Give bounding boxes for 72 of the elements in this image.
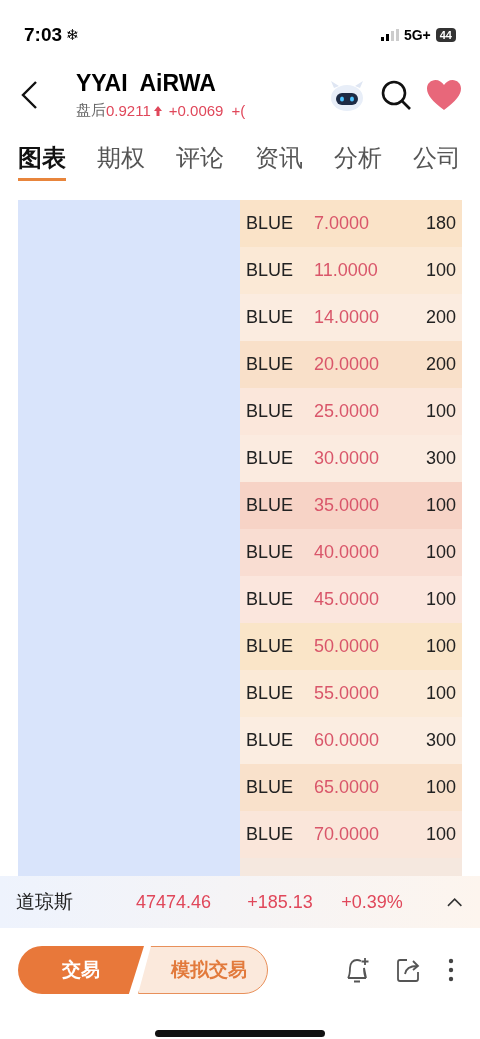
index-change-percent: +0.39% — [341, 891, 404, 913]
order-price: 20.0000 — [314, 354, 381, 375]
broker-name: BLUE — [246, 589, 295, 610]
broker-name: BLUE — [246, 448, 295, 469]
chevron-up-icon[interactable] — [446, 897, 462, 907]
order-quantity: 100 — [425, 683, 456, 704]
quote-change-percent: +( — [231, 102, 246, 119]
order-price: 50.0000 — [314, 636, 381, 657]
signal-icon — [380, 29, 399, 41]
broker-name: BLUE — [246, 260, 295, 281]
share-icon[interactable] — [396, 957, 422, 983]
broker-name: BLUE — [246, 542, 295, 563]
network-label: 5G+ — [403, 27, 431, 43]
broker-name: BLUE — [246, 213, 295, 234]
order-price: 45.0000 — [314, 589, 381, 610]
order-price: 30.0000 — [314, 448, 381, 469]
order-quantity: 100 — [425, 495, 456, 516]
bell-plus-icon[interactable] — [344, 956, 370, 984]
order-quantity: 100 — [425, 260, 456, 281]
index-name: 道琼斯 — [16, 890, 74, 914]
order-price: 60.0000 — [314, 730, 381, 751]
broker-name: BLUE — [246, 730, 295, 751]
tab[interactable]: 期权 — [97, 142, 145, 182]
order-price: 65.0000 — [314, 777, 381, 798]
session-label: 盘后 — [76, 101, 106, 120]
stock-title: YYAI AiRWA — [76, 70, 217, 97]
index-change: +185.13 — [247, 891, 314, 913]
quote-price: 0.9211 — [106, 102, 151, 119]
order-quantity: 200 — [425, 307, 456, 328]
order-price: 35.0000 — [314, 495, 381, 516]
search-icon[interactable] — [380, 79, 412, 111]
broker-name: BLUE — [246, 777, 295, 798]
order-quantity: 100 — [425, 777, 456, 798]
broker-name: BLUE — [246, 683, 295, 704]
order-quantity: 100 — [425, 824, 456, 845]
order-quantity: 180 — [425, 213, 456, 234]
quote-change: +0.0069 — [168, 102, 224, 119]
order-price: 7.0000 — [314, 213, 371, 234]
tab[interactable]: 公司 — [413, 142, 461, 182]
tab[interactable]: 分析 — [334, 142, 382, 182]
index-ticker-bar[interactable]: 道琼斯 47474.46 +185.13 +0.39% — [0, 876, 480, 928]
heart-icon[interactable] — [426, 79, 462, 111]
order-price: 55.0000 — [314, 683, 381, 704]
snowflake-icon: ❄ — [66, 26, 79, 44]
broker-name: BLUE — [246, 495, 295, 516]
order-price: 11.0000 — [314, 260, 379, 281]
broker-name: BLUE — [246, 401, 295, 422]
more-icon[interactable] — [448, 958, 454, 982]
order-price: 14.0000 — [314, 307, 381, 328]
broker-name: BLUE — [246, 354, 295, 375]
order-quantity: 100 — [425, 542, 456, 563]
tab[interactable]: 评论 — [176, 142, 224, 182]
order-price: 70.0000 — [314, 824, 381, 845]
back-icon[interactable] — [20, 80, 40, 110]
up-arrow-icon — [152, 104, 163, 117]
order-quantity: 100 — [425, 589, 456, 610]
broker-name: BLUE — [246, 636, 295, 657]
broker-name: BLUE — [246, 824, 295, 845]
tab[interactable]: 图表 — [18, 142, 66, 181]
order-quantity: 100 — [425, 636, 456, 657]
clock-time: 7:03 — [24, 24, 63, 46]
order-quantity: 300 — [425, 730, 456, 751]
index-value: 47474.46 — [135, 891, 212, 913]
tab[interactable]: 资讯 — [255, 142, 303, 182]
order-quantity: 200 — [425, 354, 456, 375]
robot-icon[interactable] — [328, 78, 366, 112]
order-quantity: 300 — [425, 448, 456, 469]
order-price: 40.0000 — [314, 542, 381, 563]
order-quantity: 100 — [425, 401, 456, 422]
broker-name: BLUE — [246, 307, 295, 328]
battery-icon: 44 — [435, 28, 456, 42]
order-price: 25.0000 — [314, 401, 381, 422]
